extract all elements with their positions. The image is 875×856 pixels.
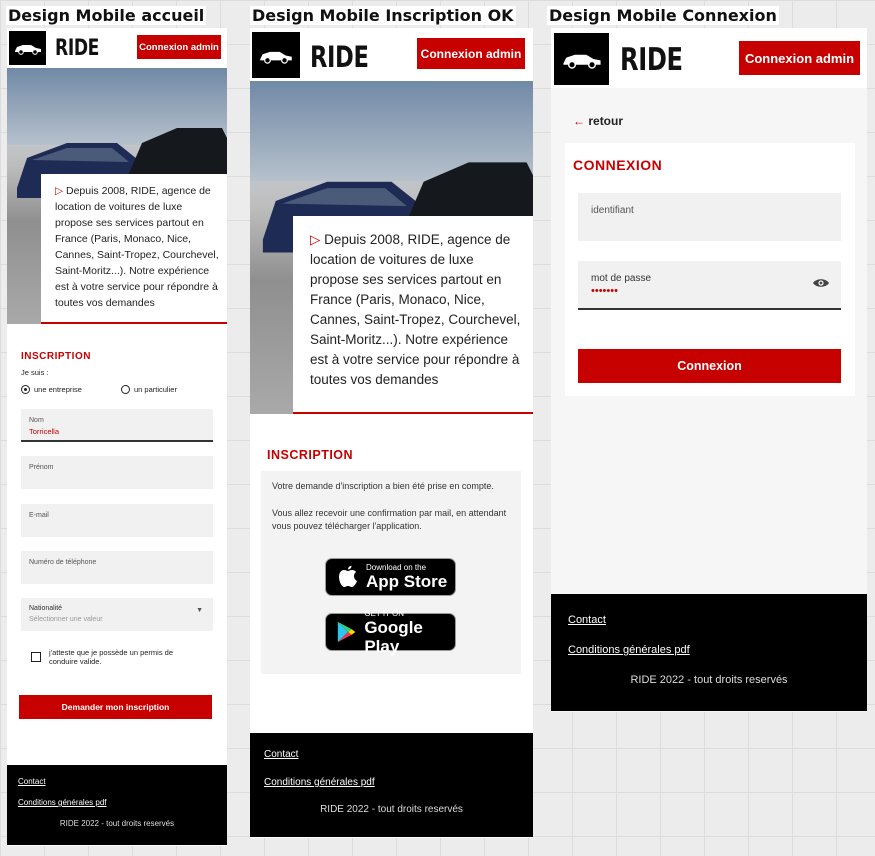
footer-contact-link[interactable]: Contact — [264, 749, 298, 760]
logo[interactable] — [554, 33, 609, 85]
hero-text: Depuis 2008, RIDE, agence de location de… — [55, 185, 219, 309]
apple-icon — [339, 565, 357, 587]
hero-card: ▷ Depuis 2008, RIDE, agence de location … — [41, 174, 227, 324]
appstore-big-label: App Store — [366, 572, 448, 591]
appstore-small-label: Download on the — [366, 563, 427, 572]
signup-title: INSCRIPTION — [21, 351, 91, 362]
header: RIDE Connexion admin — [551, 28, 867, 88]
login-submit-button[interactable]: Connexion — [578, 349, 841, 383]
nationality-select[interactable]: Nationalité Sélectionner une valeur ▼ — [21, 598, 213, 631]
footer-terms-link[interactable]: Conditions générales pdf — [264, 777, 375, 788]
id-field[interactable]: identifiant — [578, 193, 841, 241]
email-label: E-mail — [29, 512, 49, 519]
header: RIDE Connexion admin — [7, 28, 227, 68]
radio-company-label: une entreprise — [34, 385, 82, 394]
back-label: retour — [588, 114, 624, 128]
footer-copyright: RIDE 2022 - tout droits reservés — [320, 804, 463, 815]
firstname-label: Prénom — [29, 464, 54, 471]
confirmation-panel: Votre demande d'inscription a bien été p… — [261, 471, 521, 674]
hero-banner: ▷ Depuis 2008, RIDE, agence de location … — [250, 81, 533, 414]
hero-text: Depuis 2008, RIDE, agence de location de… — [310, 232, 521, 387]
googleplay-button[interactable]: GET IT ON Google Play — [325, 609, 456, 656]
brand-name: RIDE — [620, 42, 683, 78]
footer-copyright: RIDE 2022 - tout droits reservés — [630, 674, 788, 686]
play-icon: ▷ — [55, 185, 66, 197]
brand-name: RIDE — [310, 40, 369, 74]
back-link[interactable]: ← retour — [573, 114, 623, 128]
radio-individual[interactable] — [121, 385, 130, 394]
id-label: identifiant — [591, 205, 634, 216]
email-field[interactable]: E-mail — [21, 504, 213, 537]
footer-terms-link[interactable]: Conditions générales pdf — [568, 644, 690, 656]
login-screen: RIDE Connexion admin ← retour CONNEXION … — [551, 28, 867, 712]
chevron-down-icon: ▼ — [196, 607, 203, 614]
car-icon — [14, 45, 41, 55]
iam-label: Je suis : — [21, 368, 49, 377]
footer: Contact Conditions générales pdf RIDE 20… — [551, 594, 867, 711]
radio-company[interactable] — [21, 385, 30, 394]
home-screen: RIDE Connexion admin ▷ Depuis 2008, RIDE… — [7, 28, 227, 846]
name-field[interactable]: Nom Torricella — [21, 409, 213, 442]
login-card: CONNEXION identifiant mot de passe •••••… — [565, 143, 855, 396]
submit-signup-button[interactable]: Demander mon inscription — [19, 695, 212, 719]
license-label: j'atteste que je possède un permis de co… — [49, 648, 174, 666]
signup-ok-screen: RIDE Connexion admin ▷ Depuis 2008, RIDE… — [250, 28, 533, 838]
admin-login-button[interactable]: Connexion admin — [417, 38, 525, 69]
confirmation-message-2: Vous allez recevoir une confirmation par… — [272, 508, 507, 531]
nationality-placeholder: Sélectionner une valeur — [29, 616, 103, 623]
footer-copyright: RIDE 2022 - tout droits reservés — [59, 819, 175, 828]
board-title-signup-ok: Design Mobile Inscription OK — [250, 6, 516, 25]
appstore-button[interactable]: Download on the App Store — [325, 558, 456, 596]
brand-name: RIDE — [55, 36, 100, 61]
firstname-field[interactable]: Prénom — [21, 456, 213, 489]
license-checkbox[interactable] — [31, 652, 41, 662]
name-value: Torricella — [29, 427, 60, 436]
car-icon — [260, 51, 292, 64]
signup-ok-title: INSCRIPTION — [267, 448, 354, 462]
board-title-home: Design Mobile accueil — [6, 6, 207, 25]
footer-contact-link[interactable]: Contact — [568, 614, 606, 626]
footer-terms-link[interactable]: Conditions générales pdf — [18, 798, 107, 807]
password-label: mot de passe — [591, 273, 652, 284]
eye-icon[interactable] — [812, 277, 830, 289]
footer: Contact Conditions générales pdf RIDE 20… — [250, 733, 533, 837]
googleplay-small-label: GET IT ON — [364, 608, 405, 618]
footer-contact-link[interactable]: Contact — [18, 777, 46, 786]
googleplay-big-label: Google Play — [364, 617, 423, 656]
footer: Contact Conditions générales pdf RIDE 20… — [7, 765, 227, 845]
name-label: Nom — [29, 417, 44, 424]
admin-login-button[interactable]: Connexion admin — [739, 41, 860, 75]
board-title-login: Design Mobile Connexion — [547, 6, 779, 25]
password-value: ••••••• — [591, 285, 618, 297]
hero-banner: ▷ Depuis 2008, RIDE, agence de location … — [7, 68, 227, 324]
phone-label: Numéro de téléphone — [29, 559, 97, 566]
phone-field[interactable]: Numéro de téléphone — [21, 551, 213, 584]
login-title: CONNEXION — [573, 157, 663, 173]
admin-login-button[interactable]: Connexion admin — [137, 35, 221, 59]
arrow-left-icon: ← — [573, 114, 589, 128]
password-field[interactable]: mot de passe ••••••• — [578, 261, 841, 310]
play-icon: ▷ — [310, 232, 325, 247]
google-play-icon — [337, 621, 356, 643]
header: RIDE Connexion admin — [250, 28, 533, 81]
confirmation-message-1: Votre demande d'inscription a bien été p… — [272, 481, 494, 491]
hero-card: ▷ Depuis 2008, RIDE, agence de location … — [293, 216, 533, 414]
radio-individual-label: un particulier — [134, 385, 177, 394]
car-icon — [562, 54, 601, 69]
logo[interactable] — [252, 32, 300, 78]
nationality-label: Nationalité — [29, 605, 63, 612]
logo[interactable] — [9, 31, 46, 65]
